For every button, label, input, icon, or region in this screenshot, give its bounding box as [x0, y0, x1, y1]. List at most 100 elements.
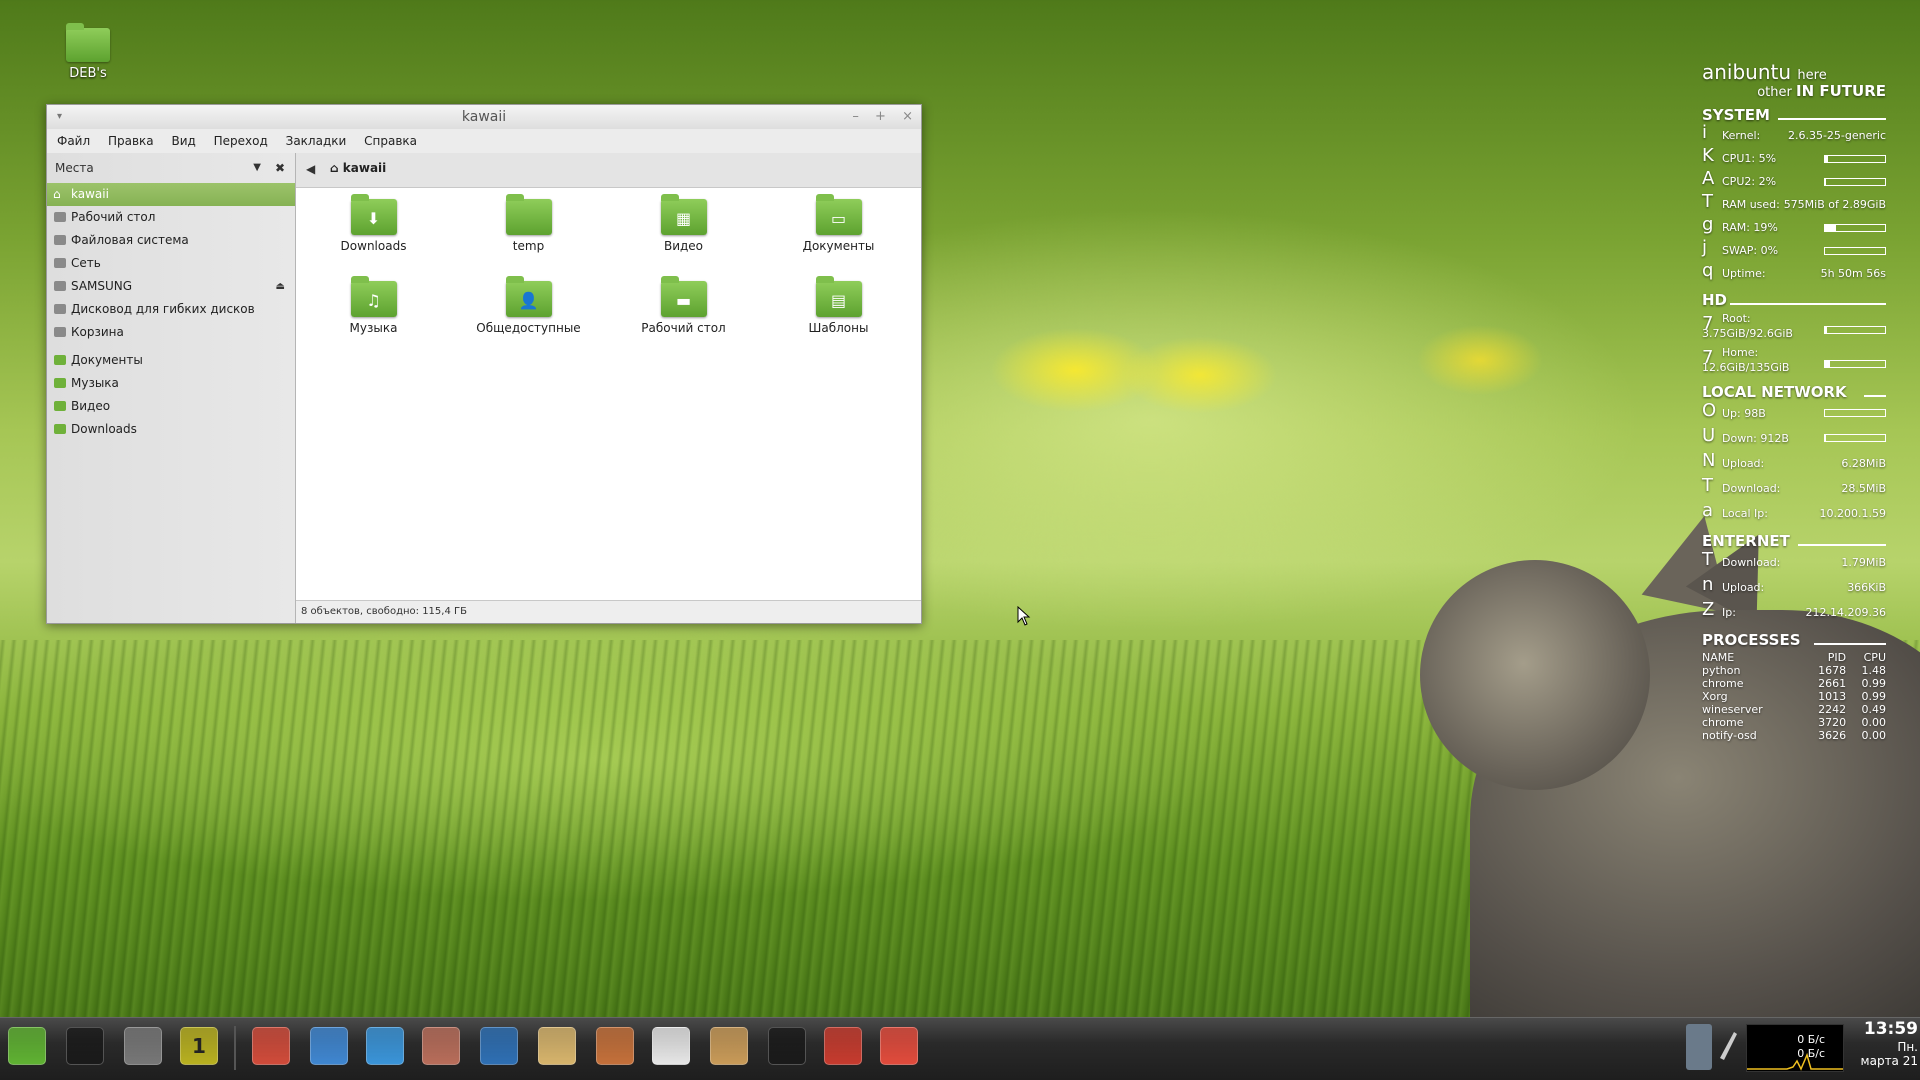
menu-file[interactable]: Файл: [57, 134, 90, 148]
menu-edit[interactable]: Правка: [108, 134, 154, 148]
text-editor-icon[interactable]: [648, 1023, 694, 1069]
file-item[interactable]: ♫ Музыка: [296, 275, 451, 349]
conky-brand: anibuntu here: [1702, 60, 1827, 84]
sidebar-item-downloads[interactable]: Downloads: [47, 418, 295, 441]
desktop-folder-debs[interactable]: DEB's: [60, 23, 116, 81]
process-table: NAME PID CPU python 1678 1.48 chrome 2661 0.…: [1702, 651, 1886, 742]
file-item[interactable]: ▤ Шаблоны: [761, 275, 916, 349]
menu-help[interactable]: Справка: [364, 134, 417, 148]
mail-icon[interactable]: [534, 1023, 580, 1069]
sidebar-item-videos[interactable]: Видео: [47, 395, 295, 418]
sidebar-item-label: Файловая система: [71, 233, 189, 247]
home-icon: ⌂: [53, 187, 61, 201]
sidebar-item-filesystem[interactable]: Файловая система: [47, 229, 295, 252]
close-button[interactable]: ×: [902, 109, 913, 124]
terminal2-icon[interactable]: [764, 1023, 810, 1069]
mint-menu-icon[interactable]: [4, 1023, 50, 1069]
system-monitor-icon[interactable]: [362, 1023, 408, 1069]
wallpaper-cat-head: [1420, 560, 1650, 790]
breadcrumb[interactable]: ⌂ kawaii: [330, 161, 386, 175]
mouse-cursor-icon: [1017, 606, 1031, 626]
clock[interactable]: 13:59 Пн. марта 21: [1848, 1018, 1918, 1068]
clock-date: марта 21: [1860, 1054, 1918, 1068]
eject-icon[interactable]: ⏏: [276, 275, 285, 298]
file-label: Шаблоны: [808, 321, 869, 335]
menu-go[interactable]: Переход: [214, 134, 268, 148]
sidebar-title[interactable]: Места: [55, 161, 94, 175]
paint-icon[interactable]: [592, 1023, 638, 1069]
download-folder-icon: ⬇: [350, 194, 397, 235]
sidebar-item-trash[interactable]: Корзина: [47, 321, 295, 344]
floppy-icon: [54, 304, 66, 314]
file-item[interactable]: ▬ Рабочий стол: [606, 275, 761, 349]
conky-row: q Uptime: 5h 50m 56s: [1702, 260, 1886, 281]
network-monitor[interactable]: 0 Б/с 0 Б/с: [1746, 1024, 1844, 1072]
usage-bar: [1824, 434, 1886, 442]
folder-icon: [54, 378, 66, 388]
conky-row: j SWAP: 0%: [1702, 237, 1886, 262]
debian-icon[interactable]: [418, 1023, 464, 1069]
maximize-button[interactable]: +: [875, 109, 886, 124]
chevron-down-icon[interactable]: ▼: [253, 153, 261, 183]
chrome-icon[interactable]: [876, 1023, 922, 1069]
conky-row: a Local Ip: 10.200.1.59: [1702, 500, 1886, 521]
taskbar: 1 0 Б/с 0 Б/с 13:59 Пн. марта 21: [0, 1017, 1920, 1080]
sidebar-item-home[interactable]: ⌂ kawaii: [47, 183, 295, 206]
taskbar-separator: [234, 1026, 236, 1070]
conky-row: 7 Home: 12.6GiB/135GiB: [1702, 343, 1886, 377]
sidebar-header: Места ▼ ✖: [47, 153, 295, 183]
workspace-icon[interactable]: 1: [176, 1023, 222, 1069]
file-item[interactable]: ▭ Документы: [761, 193, 916, 267]
status-bar: 8 объектов, свободно: 115,4 ГБ: [296, 600, 921, 623]
sidebar-item-desktop[interactable]: Рабочий стол: [47, 206, 295, 229]
network-icon: [54, 258, 66, 268]
minimize-button[interactable]: –: [852, 109, 859, 124]
file-label: Музыка: [349, 321, 398, 335]
clock-time: 13:59: [1863, 1019, 1918, 1039]
menu-view[interactable]: Вид: [171, 134, 195, 148]
section-title: PROCESSES: [1702, 631, 1886, 649]
menubar: Файл Правка Вид Переход Закладки Справка: [47, 129, 921, 153]
menu-bookmarks[interactable]: Закладки: [286, 134, 347, 148]
tray-pen-icon[interactable]: [1716, 1024, 1740, 1070]
folder-icon: [54, 401, 66, 411]
back-arrow-icon[interactable]: ◀: [306, 162, 315, 176]
conky-subtitle: other IN FUTURE: [1757, 82, 1886, 100]
window-title: kawaii: [461, 109, 507, 125]
close-sidebar-icon[interactable]: ✖: [275, 153, 285, 183]
window-menu-icon[interactable]: ▾: [57, 105, 62, 129]
video-folder-icon: ▦: [660, 194, 707, 235]
file-item[interactable]: ▦ Видео: [606, 193, 761, 267]
sidebar-item-label: Сеть: [71, 256, 101, 270]
folder-icon: [505, 194, 552, 235]
sidebar-item-floppy[interactable]: Дисковод для гибких дисков: [47, 298, 295, 321]
usage-bar: [1824, 155, 1886, 163]
usb-drive-icon: [54, 281, 66, 291]
sidebar-item-label: Рабочий стол: [71, 210, 156, 224]
sidebar-item-network[interactable]: Сеть: [47, 252, 295, 275]
music-folder-icon: ♫: [350, 276, 397, 317]
file-label: Документы: [802, 239, 875, 253]
window-titlebar[interactable]: ▾ kawaii – + ×: [47, 105, 921, 129]
terminal-icon[interactable]: [62, 1023, 108, 1069]
templates-folder-icon: ▤: [815, 276, 862, 317]
file-item[interactable]: ⬇ Downloads: [296, 193, 451, 267]
usage-bar: [1824, 178, 1886, 186]
file-item[interactable]: temp: [451, 193, 606, 267]
section-title: LOCAL NETWORK: [1702, 383, 1886, 401]
speaker-icon[interactable]: [120, 1023, 166, 1069]
sidebar-item-music[interactable]: Музыка: [47, 372, 295, 395]
screenshot-icon[interactable]: [820, 1023, 866, 1069]
table-row: notify-osd 3626 0.00: [1702, 729, 1886, 742]
file-item[interactable]: 👤 Общедоступные: [451, 275, 606, 349]
pinwheel-icon[interactable]: [248, 1023, 294, 1069]
sidebar-item-documents[interactable]: Документы: [47, 349, 295, 372]
tray-network-icon[interactable]: [1686, 1024, 1712, 1070]
package-icon[interactable]: [706, 1023, 752, 1069]
writer-icon[interactable]: [476, 1023, 522, 1069]
messenger-icon[interactable]: [306, 1023, 352, 1069]
conky-row: T RAM used: 575MiB of 2.89GiB: [1702, 191, 1886, 212]
conky-row: K CPU1: 5%: [1702, 145, 1886, 170]
desktop-icon: [54, 212, 66, 222]
sidebar-item-samsung[interactable]: SAMSUNG ⏏: [47, 275, 295, 298]
